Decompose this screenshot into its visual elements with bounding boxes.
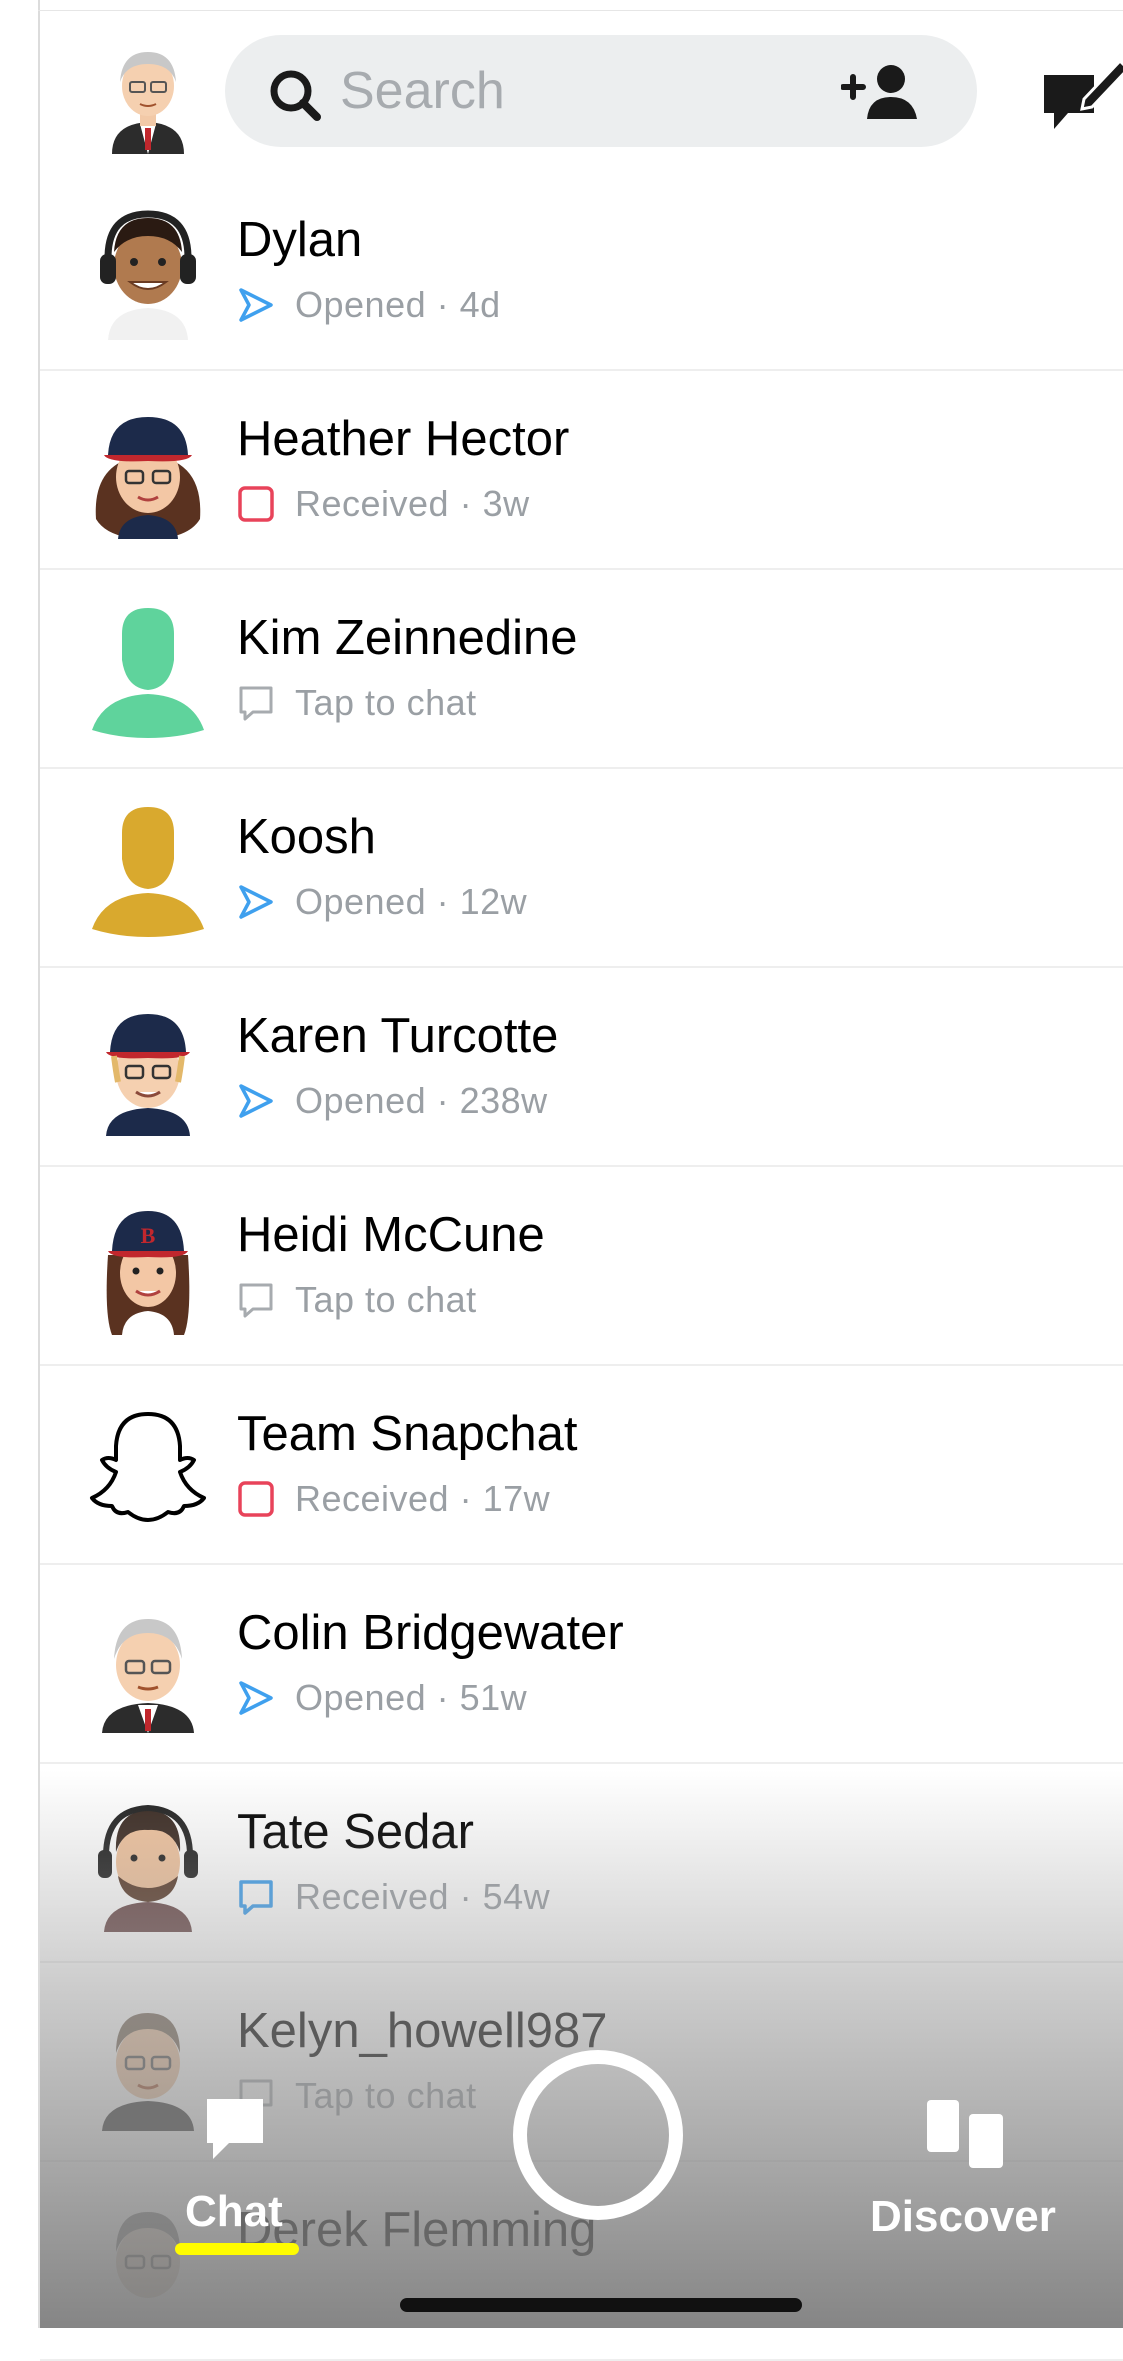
chat-bubble-icon bbox=[207, 2099, 263, 2159]
received-snap-icon bbox=[238, 1481, 274, 1517]
add-friend-icon[interactable] bbox=[841, 61, 921, 121]
bitmoji-avatar-icon bbox=[95, 417, 201, 539]
bitmoji-avatar-icon: B bbox=[106, 1211, 190, 1335]
chat-name: Kelyn_howell987 bbox=[237, 2004, 608, 2058]
chat-name: Kim Zeinnedine bbox=[237, 611, 578, 665]
header: Search bbox=[40, 10, 1123, 170]
silhouette-avatar-icon bbox=[92, 807, 204, 937]
nav-discover-tab[interactable]: Discover bbox=[865, 2098, 1065, 2241]
chat-status: Received · 17w bbox=[237, 1478, 550, 1520]
chat-name: Koosh bbox=[237, 810, 376, 864]
home-indicator[interactable] bbox=[400, 2298, 802, 2312]
chat-row[interactable]: Team Snapchat Received · 17w bbox=[40, 1366, 1123, 1565]
chat-status: Received · 54w bbox=[237, 1876, 550, 1918]
nav-discover-label: Discover bbox=[870, 2192, 1056, 2241]
bitmoji-avatar-icon bbox=[102, 1619, 194, 1733]
chat-row[interactable]: Tate Sedar Received · 54w bbox=[40, 1764, 1123, 1963]
chat-row[interactable]: Kim Zeinnedine Tap to chat bbox=[40, 570, 1123, 769]
discover-icon bbox=[927, 2100, 1003, 2168]
chat-status: Opened · 12w bbox=[237, 881, 527, 923]
chat-name: Colin Bridgewater bbox=[237, 1606, 624, 1660]
chat-row[interactable]: Heather Hector Received · 3w bbox=[40, 371, 1123, 570]
bitmoji-avatar-icon bbox=[106, 1014, 190, 1136]
snapchat-ghost-icon bbox=[90, 1412, 206, 1522]
chat-status: Received · 3w bbox=[237, 483, 530, 525]
chat-status: Opened · 238w bbox=[237, 1080, 548, 1122]
active-tab-indicator bbox=[175, 2243, 299, 2255]
chat-row[interactable]: Karen Turcotte Opened · 238w bbox=[40, 968, 1123, 1167]
chat-bubble-icon bbox=[239, 1283, 273, 1318]
search-placeholder[interactable]: Search bbox=[340, 61, 505, 121]
search-icon bbox=[270, 70, 321, 121]
chat-status: Tap to chat bbox=[237, 682, 477, 724]
nav-chat-tab[interactable]: Chat bbox=[175, 2095, 305, 2255]
chat-name: Dylan bbox=[237, 213, 363, 267]
opened-arrow-icon bbox=[239, 288, 273, 322]
received-snap-icon bbox=[238, 486, 274, 522]
chat-row[interactable]: B Heidi McCune Tap to chat bbox=[40, 1167, 1123, 1366]
bitmoji-avatar-icon bbox=[100, 210, 196, 340]
bitmoji-avatar-icon bbox=[98, 1804, 198, 1932]
chat-bubble-icon bbox=[239, 686, 273, 721]
chat-status: Tap to chat bbox=[237, 1279, 477, 1321]
chat-row[interactable]: Colin Bridgewater Opened · 51w bbox=[40, 1565, 1123, 1764]
chat-list: Dylan Opened · 4d Heather Hector Receive… bbox=[40, 172, 1123, 2361]
chat-name: Heather Hector bbox=[237, 412, 570, 466]
opened-arrow-icon bbox=[239, 1681, 273, 1715]
chat-name: Tate Sedar bbox=[237, 1805, 474, 1859]
profile-avatar-icon[interactable] bbox=[98, 38, 198, 154]
received-chat-icon bbox=[239, 1880, 273, 1915]
chat-name: Heidi McCune bbox=[237, 1208, 545, 1262]
chat-name: Team Snapchat bbox=[237, 1407, 578, 1461]
opened-arrow-icon bbox=[239, 885, 273, 919]
chat-status: Opened · 51w bbox=[237, 1677, 527, 1719]
opened-arrow-icon bbox=[239, 1084, 273, 1118]
chat-row[interactable]: Dylan Opened · 4d bbox=[40, 172, 1123, 371]
chat-status: Opened · 4d bbox=[237, 284, 501, 326]
svg-text:B: B bbox=[141, 1223, 156, 1248]
nav-chat-label: Chat bbox=[185, 2187, 283, 2236]
camera-capture-button[interactable] bbox=[513, 2050, 683, 2220]
chat-row[interactable]: Koosh Opened · 12w bbox=[40, 769, 1123, 968]
left-edge bbox=[0, 0, 40, 2328]
chat-name: Karen Turcotte bbox=[237, 1009, 559, 1063]
search-bar[interactable]: Search bbox=[225, 35, 977, 147]
silhouette-avatar-icon bbox=[92, 608, 204, 738]
new-chat-icon[interactable] bbox=[1040, 55, 1123, 135]
